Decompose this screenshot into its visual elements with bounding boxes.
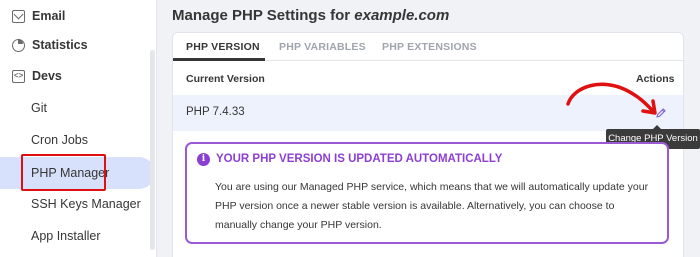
change-php-version-button[interactable] <box>651 103 671 123</box>
pencil-icon <box>656 108 666 118</box>
tab-php-version[interactable]: PHP VERSION <box>186 33 260 61</box>
sidebar-item-label: Statistics <box>32 38 88 52</box>
tab-bar: PHP VERSION PHP VARIABLES PHP EXTENSIONS <box>173 33 683 61</box>
sidebar-item-label: SSH Keys Manager <box>31 197 141 211</box>
sidebar-item-email[interactable]: Email <box>0 0 155 32</box>
pie-chart-icon <box>12 38 25 52</box>
sidebar-item-statistics[interactable]: Statistics <box>0 29 155 61</box>
active-tab-indicator <box>173 58 265 61</box>
sidebar-item-app-installer[interactable]: App Installer <box>0 220 155 252</box>
page-title-prefix: Manage PHP Settings for <box>172 7 355 24</box>
column-header-actions: Actions <box>636 73 675 85</box>
column-header-current-version: Current Version <box>186 73 265 85</box>
sidebar-item-ssh-keys-manager[interactable]: SSH Keys Manager <box>0 188 155 220</box>
page-title-domain: example.com <box>354 7 450 24</box>
notice-body: You are using our Managed PHP service, w… <box>215 181 649 231</box>
sidebar: Email Statistics <> Devs Git Cron Jobs P… <box>0 0 157 257</box>
sidebar-scrollbar[interactable] <box>150 50 155 250</box>
table-row: PHP 7.4.33 <box>173 95 683 131</box>
sidebar-item-php-manager[interactable]: PHP Manager <box>0 157 155 189</box>
tab-php-variables[interactable]: PHP VARIABLES <box>279 33 366 61</box>
sidebar-item-label: Devs <box>32 69 62 83</box>
auto-update-notice: i YOUR PHP VERSION IS UPDATED AUTOMATICA… <box>185 142 669 244</box>
sidebar-item-devs[interactable]: <> Devs <box>0 60 155 92</box>
code-icon: <> <box>12 69 25 83</box>
mail-icon <box>12 9 25 23</box>
sidebar-item-label: PHP Manager <box>31 166 110 180</box>
tab-php-extensions[interactable]: PHP EXTENSIONS <box>382 33 477 61</box>
php-version-value: PHP 7.4.33 <box>186 106 245 118</box>
notice-title: YOUR PHP VERSION IS UPDATED AUTOMATICALL… <box>216 153 503 165</box>
page-title: Manage PHP Settings for example.com <box>172 7 449 24</box>
sidebar-item-label: Git <box>31 101 47 115</box>
sidebar-item-label: Cron Jobs <box>31 133 88 147</box>
sidebar-item-git[interactable]: Git <box>0 92 155 124</box>
sidebar-item-label: App Installer <box>31 229 101 243</box>
info-icon: i <box>197 153 210 166</box>
sidebar-item-cron-jobs[interactable]: Cron Jobs <box>0 124 155 156</box>
sidebar-item-label: Email <box>32 9 66 23</box>
